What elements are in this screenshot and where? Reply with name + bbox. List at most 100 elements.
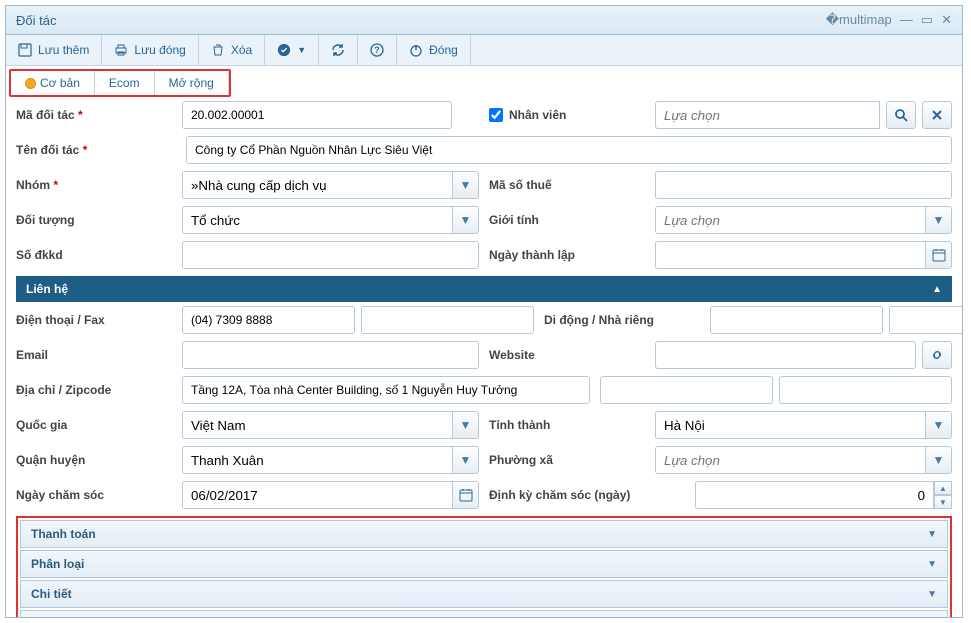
care-date-calendar-button[interactable] xyxy=(453,481,479,509)
website-link-button[interactable] xyxy=(922,341,952,369)
print-icon xyxy=(114,43,128,57)
group-dropdown-button[interactable]: ▼ xyxy=(453,171,479,199)
spinner-up-button[interactable]: ▲ xyxy=(934,481,952,495)
care-date-input[interactable] xyxy=(182,481,453,509)
address-label: Địa chỉ / Zipcode xyxy=(16,383,176,397)
country-dropdown-button[interactable]: ▼ xyxy=(453,411,479,439)
founded-calendar-button[interactable] xyxy=(926,241,952,269)
district-select[interactable] xyxy=(182,446,453,474)
phone-input[interactable] xyxy=(182,306,355,334)
zipcode-input-2[interactable] xyxy=(779,376,952,404)
power-icon xyxy=(409,43,423,57)
address-input[interactable] xyxy=(182,376,590,404)
approve-button[interactable]: ▼ xyxy=(265,35,319,65)
tab-basic[interactable]: Cơ bản xyxy=(11,71,95,95)
district-dropdown-button[interactable]: ▼ xyxy=(453,446,479,474)
founded-label: Ngày thành lập xyxy=(489,248,649,262)
care-interval-input[interactable] xyxy=(695,481,934,509)
entity-select[interactable] xyxy=(182,206,453,234)
employee-search-button[interactable] xyxy=(886,101,916,129)
maximize-icon[interactable]: ▭ xyxy=(921,12,933,28)
window-controls: �multimap — ▭ ✕ xyxy=(826,12,952,28)
ward-label: Phường xã xyxy=(489,453,649,467)
social-accordion[interactable]: Social▼ xyxy=(20,610,948,617)
gender-label: Giới tính xyxy=(489,213,649,227)
email-label: Email xyxy=(16,348,176,362)
tax-code-input[interactable] xyxy=(655,171,952,199)
home-phone-input[interactable] xyxy=(889,306,962,334)
detail-accordion[interactable]: Chi tiết▼ xyxy=(20,580,948,608)
titlebar: Đối tác �multimap — ▭ ✕ xyxy=(6,6,962,35)
group-select[interactable] xyxy=(182,171,453,199)
email-input[interactable] xyxy=(182,341,479,369)
payment-accordion[interactable]: Thanh toán▼ xyxy=(20,520,948,548)
chevron-down-icon: ▼ xyxy=(927,589,937,600)
country-select[interactable] xyxy=(182,411,453,439)
accordion-group: Thanh toán▼ Phân loại▼ Chi tiết▼ Social▼ xyxy=(16,516,952,617)
care-date-label: Ngày chăm sóc xyxy=(16,488,176,502)
entity-dropdown-button[interactable]: ▼ xyxy=(453,206,479,234)
phone-fax-label: Điện thoại / Fax xyxy=(16,313,176,327)
window-title: Đối tác xyxy=(16,13,826,28)
ward-dropdown-button[interactable]: ▼ xyxy=(926,446,952,474)
employee-checkbox[interactable] xyxy=(489,108,503,122)
entity-label: Đối tượng xyxy=(16,213,176,227)
trash-icon xyxy=(211,43,225,57)
district-label: Quận huyện xyxy=(16,453,176,467)
help-button[interactable]: ? xyxy=(358,35,397,65)
care-interval-label: Định kỳ chăm sóc (ngày) xyxy=(489,488,689,502)
partner-code-label: Mã đối tác * xyxy=(16,108,176,122)
tab-bar: Cơ bản Ecom Mở rộng xyxy=(9,69,231,97)
form-body: Mã đối tác * Nhân viên Tên đối tác * xyxy=(6,97,962,617)
mobile-home-label: Di động / Nhà riêng xyxy=(544,313,704,327)
group-label: Nhóm * xyxy=(16,178,176,192)
refresh-button[interactable] xyxy=(319,35,358,65)
partner-name-input[interactable] xyxy=(186,136,952,164)
delete-button[interactable]: Xóa xyxy=(199,35,265,65)
website-label: Website xyxy=(489,348,649,362)
chevron-down-icon: ▼ xyxy=(927,529,937,540)
chevron-down-icon: ▼ xyxy=(927,559,937,570)
save-more-button[interactable]: Lưu thêm xyxy=(6,35,102,65)
save-close-button[interactable]: Lưu đóng xyxy=(102,35,198,65)
reg-no-input[interactable] xyxy=(182,241,479,269)
country-label: Quốc gia xyxy=(16,418,176,432)
refresh-icon xyxy=(331,43,345,57)
collapse-icon: ▲ xyxy=(932,284,942,295)
chevron-down-icon: ▼ xyxy=(297,45,306,55)
mobile-input[interactable] xyxy=(710,306,883,334)
save-icon xyxy=(18,43,32,57)
zipcode-input[interactable] xyxy=(600,376,773,404)
svg-text:?: ? xyxy=(374,45,380,55)
fax-input[interactable] xyxy=(361,306,534,334)
partner-window: Đối tác �multimap — ▭ ✕ Lưu thêm Lưu đón… xyxy=(5,5,963,618)
pin-icon[interactable]: �multimap xyxy=(826,12,892,28)
tax-code-label: Mã số thuế xyxy=(489,178,649,192)
tab-radio-icon xyxy=(25,78,36,89)
close-button[interactable]: Đóng xyxy=(397,35,471,65)
tab-extend[interactable]: Mở rộng xyxy=(155,71,229,95)
province-dropdown-button[interactable]: ▼ xyxy=(926,411,952,439)
minimize-icon[interactable]: — xyxy=(900,12,913,28)
employee-label: Nhân viên xyxy=(509,108,566,122)
partner-code-input[interactable] xyxy=(182,101,452,129)
help-icon: ? xyxy=(370,43,384,57)
employee-clear-button[interactable] xyxy=(922,101,952,129)
spinner-down-button[interactable]: ▼ xyxy=(934,495,952,509)
ward-select xyxy=(655,446,926,474)
province-select[interactable] xyxy=(655,411,926,439)
employee-select[interactable] xyxy=(655,101,880,129)
classify-accordion[interactable]: Phân loại▼ xyxy=(20,550,948,578)
partner-name-label: Tên đối tác * xyxy=(16,143,176,157)
tab-ecom[interactable]: Ecom xyxy=(95,71,155,95)
reg-no-label: Số đkkd xyxy=(16,248,176,262)
check-circle-icon xyxy=(277,43,291,57)
toolbar: Lưu thêm Lưu đóng Xóa ▼ ? Đóng xyxy=(6,35,962,66)
province-label: Tỉnh thành xyxy=(489,418,649,432)
founded-input[interactable] xyxy=(655,241,926,269)
website-input[interactable] xyxy=(655,341,916,369)
gender-select xyxy=(655,206,926,234)
contact-section-header[interactable]: Liên hệ ▲ xyxy=(16,276,952,302)
close-icon[interactable]: ✕ xyxy=(941,12,952,28)
gender-dropdown-button[interactable]: ▼ xyxy=(926,206,952,234)
